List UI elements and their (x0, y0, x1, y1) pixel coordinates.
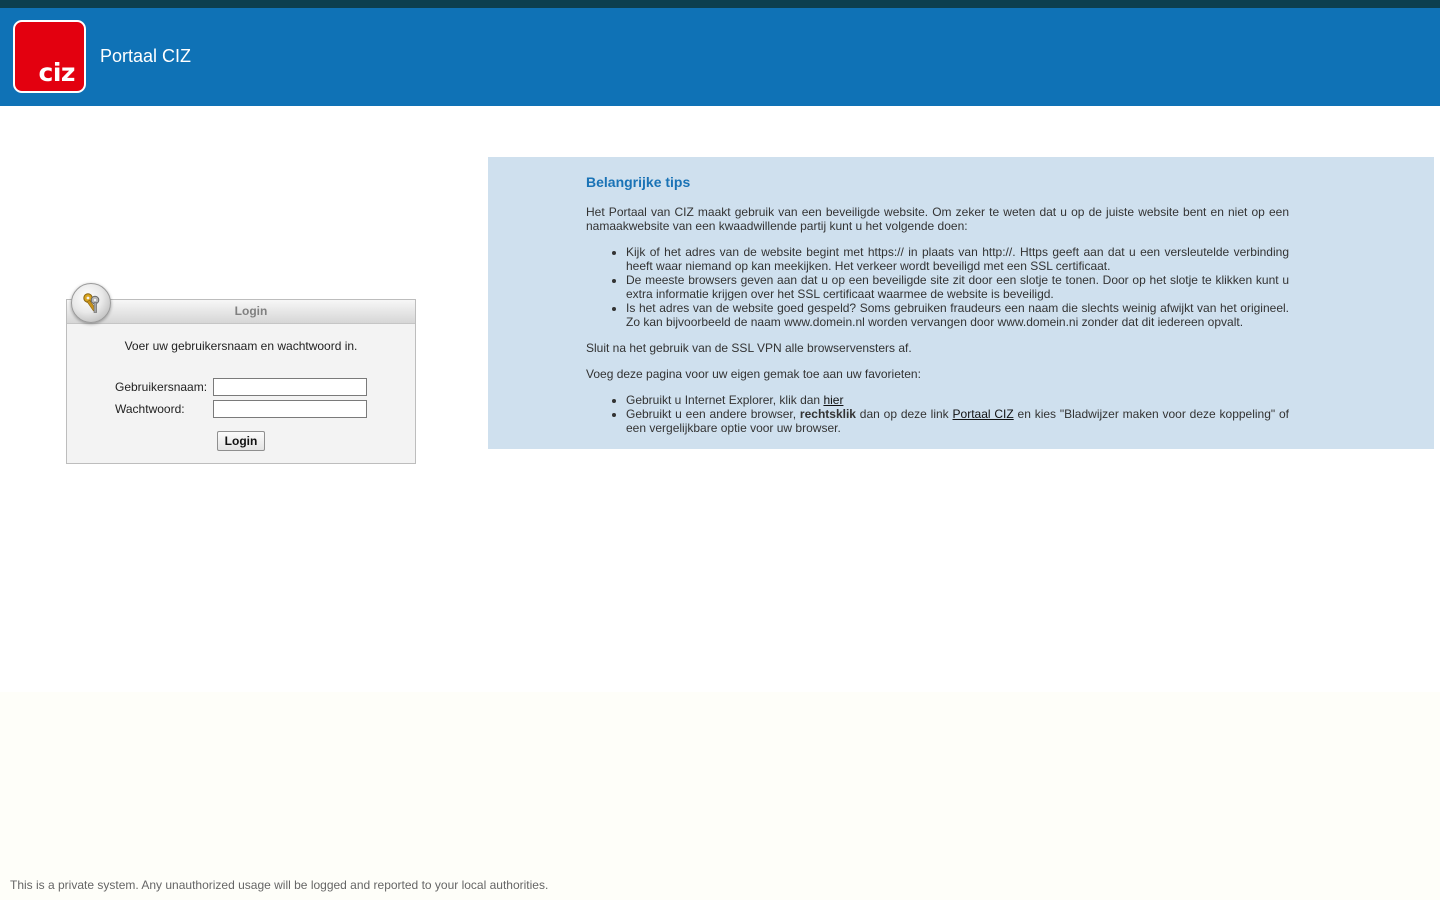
tips-list: Kijk of het adres van de website begint … (626, 245, 1289, 329)
username-input[interactable] (213, 378, 367, 396)
tip-item-spelling: Is het adres van de website goed gespeld… (626, 301, 1289, 329)
login-button[interactable]: Login (217, 431, 265, 451)
favorites-item-ie: Gebruikt u Internet Explorer, klik dan h… (626, 393, 1289, 407)
favorites-ie-link[interactable]: hier (823, 393, 843, 407)
header-bar: ciz Portaal CIZ (0, 8, 1440, 106)
username-label: Gebruikersnaam: (115, 380, 208, 394)
password-input[interactable] (213, 400, 367, 418)
close-browsers-note: Sluit na het gebruik van de SSL VPN alle… (586, 341, 912, 355)
portaal-ciz-link[interactable]: Portaal CIZ (953, 407, 1014, 421)
favorites-intro: Voeg deze pagina voor uw eigen gemak toe… (586, 367, 921, 381)
favorites-ie-text: Gebruikt u Internet Explorer, klik dan (626, 393, 824, 407)
login-title: Login (67, 300, 415, 324)
tips-intro: Het Portaal van CIZ maakt gebruik van ee… (586, 205, 1289, 233)
app-title: Portaal CIZ (100, 46, 192, 66)
rightclick-emphasis: rechtsklik (799, 407, 856, 421)
favorites-item-other: Gebruikt u een andere browser, rechtskli… (626, 407, 1289, 435)
tips-title: Belangrijke tips (586, 174, 691, 190)
top-strip (0, 0, 1440, 8)
footer-disclaimer: This is a private system. Any unauthoriz… (10, 878, 549, 892)
login-instruction: Voer uw gebruikersnaam en wachtwoord in. (124, 339, 358, 353)
footer: This is a private system. Any unauthoriz… (0, 692, 1440, 900)
keys-icon (71, 283, 111, 323)
login-panel: Login Voer uw gebruikersnaam en wachtwoo… (66, 283, 416, 464)
password-label: Wachtwoord: (115, 402, 185, 416)
favorites-other-text: Gebruikt u een andere browser, (626, 407, 800, 421)
tip-item-https: Kijk of het adres van de website begint … (626, 245, 1289, 273)
logo-text: ciz (38, 58, 76, 87)
favorites-list: Gebruikt u Internet Explorer, klik dan h… (626, 393, 1289, 435)
favorites-other-text-2: dan op deze link (855, 407, 953, 421)
tips-panel: Belangrijke tips Het Portaal van CIZ maa… (488, 157, 1434, 449)
tips-content: Belangrijke tips Het Portaal van CIZ maa… (586, 173, 1289, 447)
tip-item-lock: De meeste browsers geven aan dat u op ee… (626, 273, 1289, 301)
ciz-logo: ciz (13, 20, 86, 93)
